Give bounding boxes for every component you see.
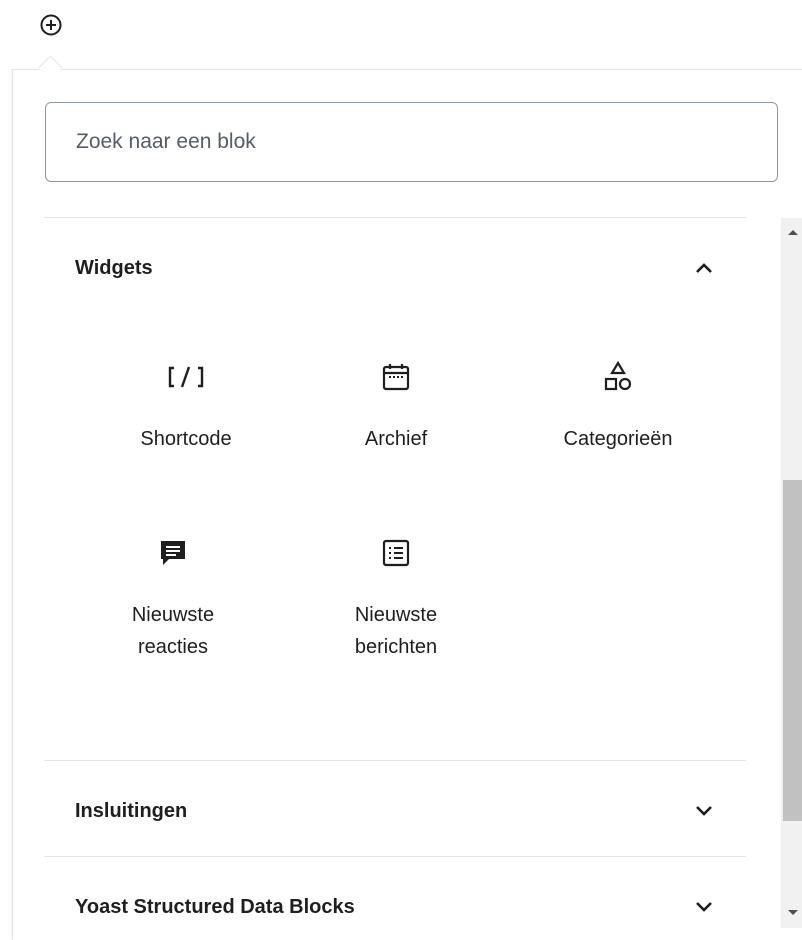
chevron-down-icon xyxy=(694,801,714,821)
panel-divider xyxy=(44,760,746,761)
block-label: Shortcode xyxy=(140,428,232,450)
block-item-nieuwste-berichten[interactable]: Nieuwste berichten xyxy=(296,533,496,663)
block-label: Archief xyxy=(364,428,428,450)
panel-divider xyxy=(44,856,746,857)
chevron-down-icon xyxy=(694,897,714,917)
panel-title-insluitingen: Insluitingen xyxy=(75,799,188,822)
chevron-up-icon xyxy=(694,258,714,278)
editor-toolbar xyxy=(0,0,802,70)
panel-divider xyxy=(44,217,746,218)
panel-insluitingen-toggle[interactable]: Insluitingen xyxy=(44,781,746,841)
block-label: Nieuwste berichten xyxy=(354,604,438,658)
block-label: Categorieën xyxy=(563,428,673,450)
scroll-up-arrow-icon[interactable] xyxy=(788,230,798,235)
block-item-categorieen[interactable]: Categorieën xyxy=(518,357,718,455)
panel-title-yoast: Yoast Structured Data Blocks xyxy=(75,895,355,918)
block-item-archief[interactable]: Archief xyxy=(296,357,496,455)
list-icon xyxy=(376,533,416,573)
calendar-icon xyxy=(376,357,416,397)
panel-widgets-toggle[interactable]: Widgets xyxy=(44,238,746,298)
block-label: Nieuwste reacties xyxy=(131,604,215,658)
block-item-nieuwste-reacties[interactable]: Nieuwste reacties xyxy=(73,533,273,663)
scrollbar-thumb[interactable] xyxy=(783,480,802,821)
categories-icon xyxy=(598,357,638,397)
panel-title-widgets: Widgets xyxy=(75,256,153,279)
plus-circle-icon xyxy=(40,14,62,36)
add-block-button[interactable] xyxy=(34,8,68,42)
shortcode-icon xyxy=(166,357,206,397)
block-item-shortcode[interactable]: Shortcode xyxy=(86,357,286,455)
scroll-down-arrow-icon[interactable] xyxy=(788,910,798,915)
comment-icon xyxy=(153,533,193,573)
panel-yoast-toggle[interactable]: Yoast Structured Data Blocks xyxy=(44,877,746,937)
block-search-input[interactable] xyxy=(45,102,778,182)
